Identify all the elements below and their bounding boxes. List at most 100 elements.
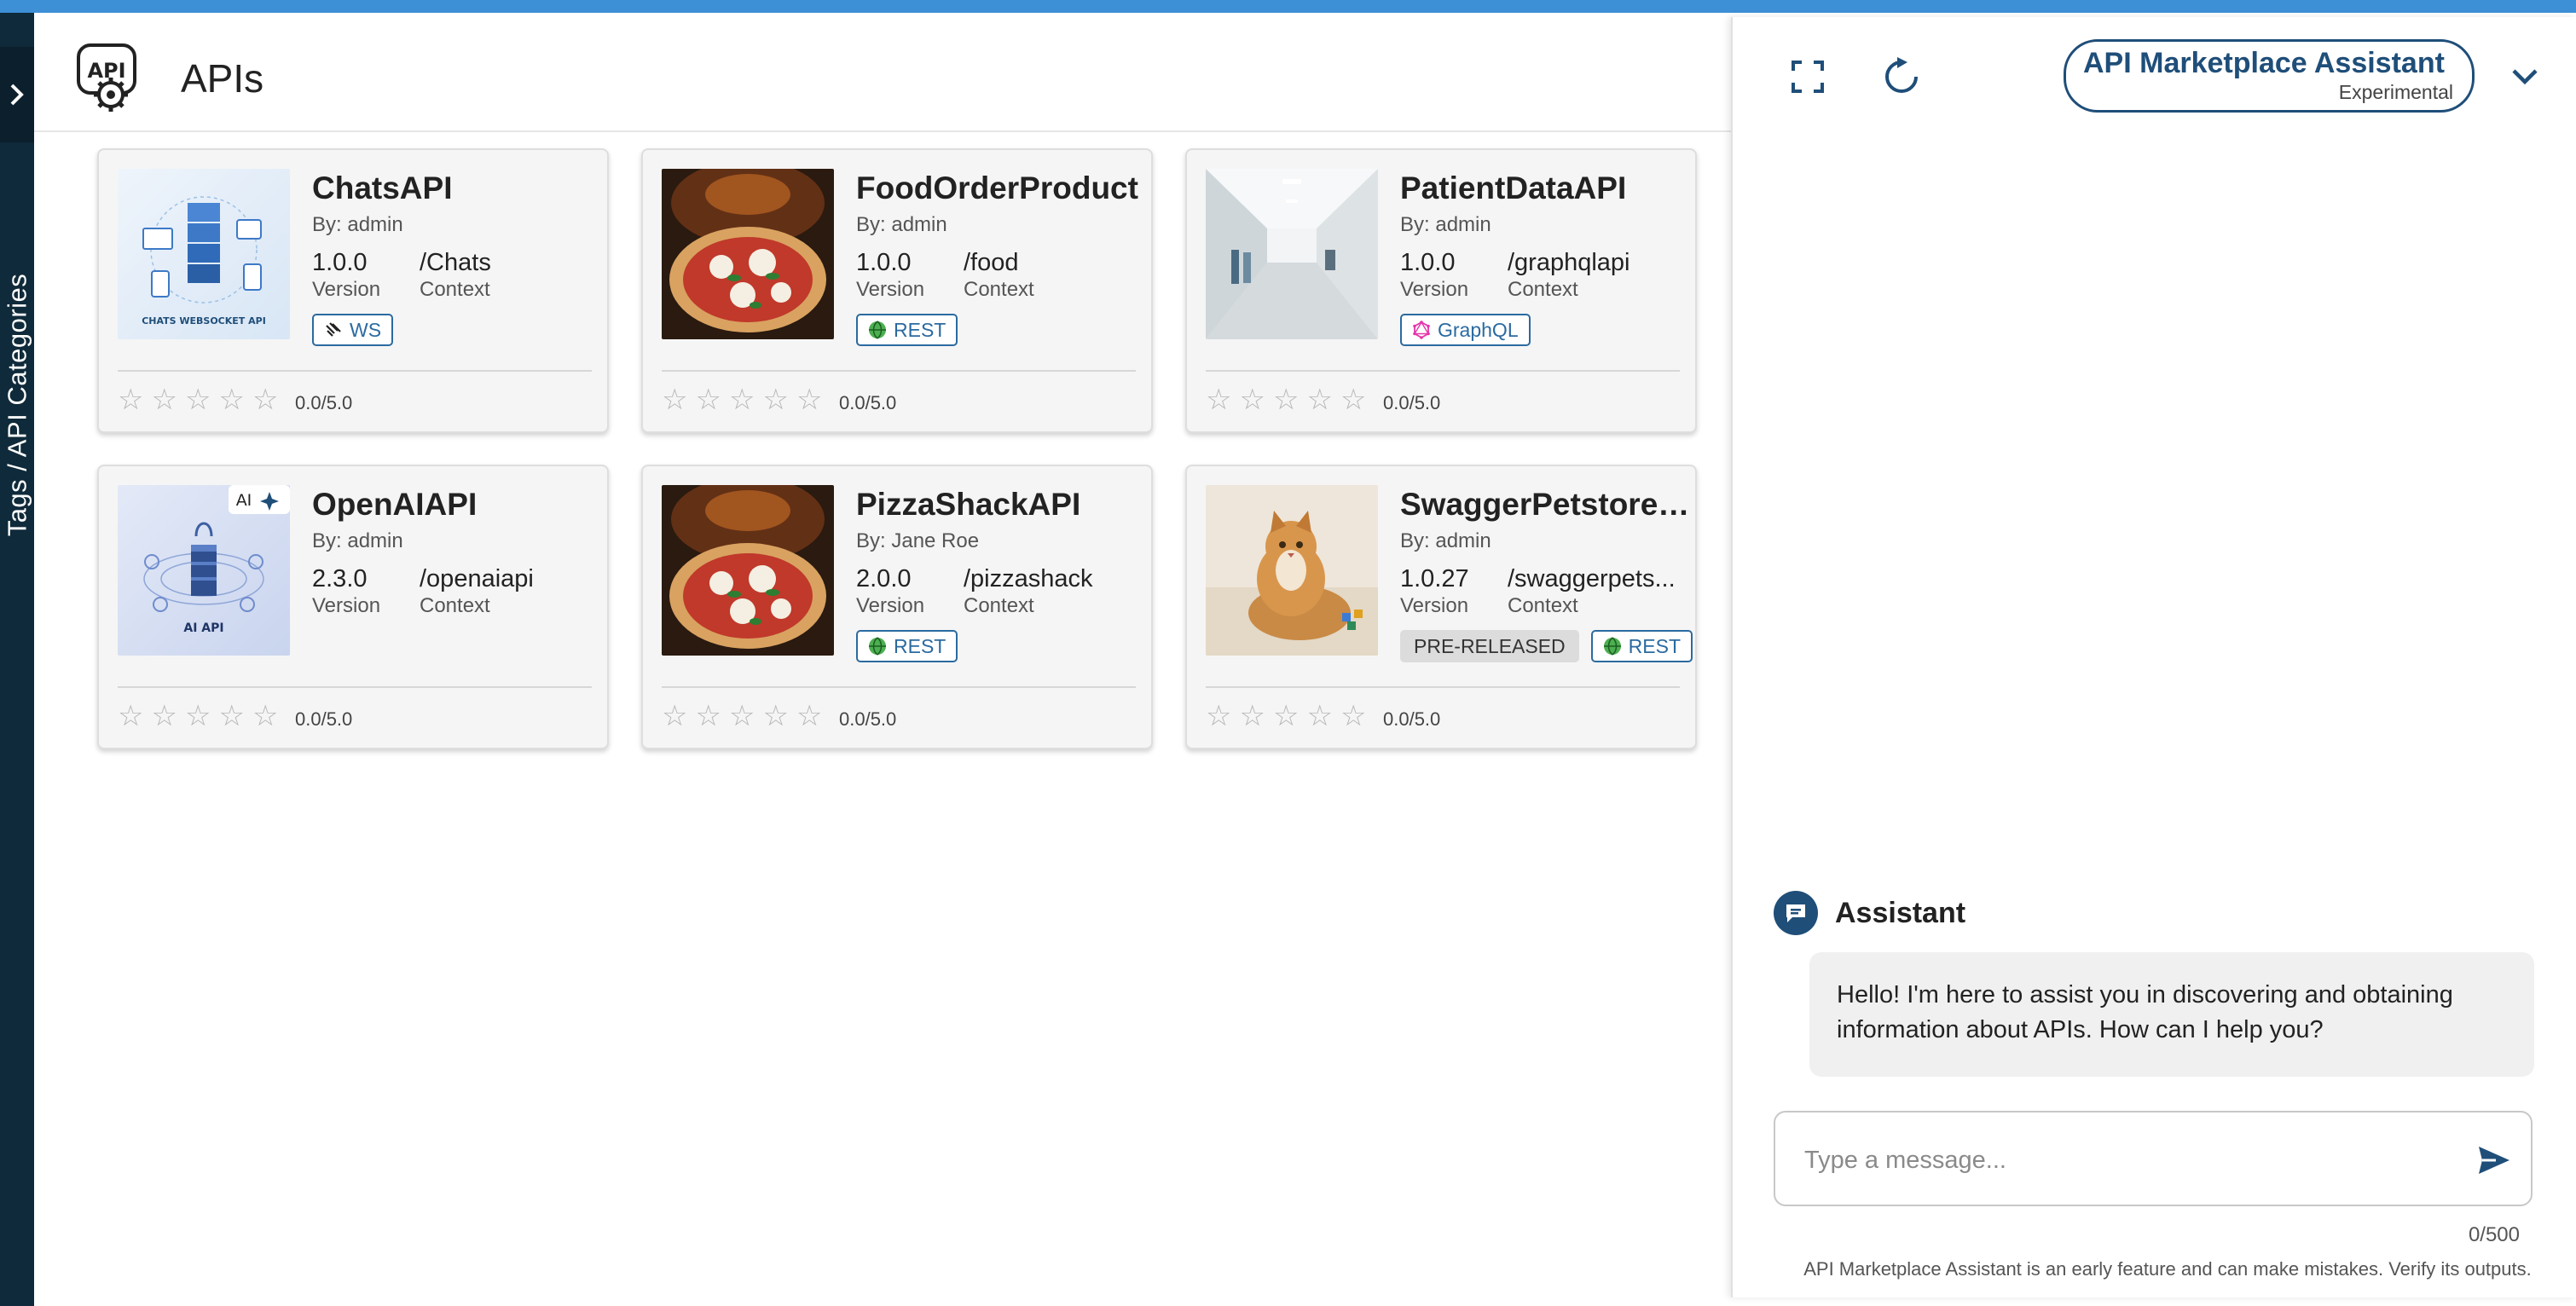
star-icon[interactable]: ☆ xyxy=(1239,702,1265,731)
star-icon[interactable]: ☆ xyxy=(1239,385,1265,414)
sidebar-label-container[interactable]: Tags / API Categories xyxy=(2,269,32,541)
page-title: APIs xyxy=(181,56,264,101)
star-icon[interactable]: ☆ xyxy=(185,385,211,414)
star-icon[interactable]: ☆ xyxy=(1340,702,1366,731)
api-card[interactable]: FoodOrderProduct By: admin 1.0.0 Version… xyxy=(641,148,1153,433)
api-author: By: admin xyxy=(856,213,947,236)
star-icon[interactable]: ☆ xyxy=(662,385,687,414)
star-icon[interactable]: ☆ xyxy=(151,385,177,414)
api-tags: PRE-RELEASED REST xyxy=(1400,630,1693,662)
websocket-icon xyxy=(326,322,341,337)
api-version: 1.0.27 xyxy=(1400,565,1469,592)
star-icon[interactable]: ☆ xyxy=(1273,385,1299,414)
api-card[interactable]: PizzaShackAPI By: Jane Roe 2.0.0 Version… xyxy=(641,465,1153,749)
star-rating[interactable]: ☆ ☆ ☆ ☆ ☆ xyxy=(662,702,822,731)
star-icon[interactable]: ☆ xyxy=(118,702,143,731)
type-badge-label: WS xyxy=(350,318,382,341)
assistant-message: Hello! I'm here to assist you in discove… xyxy=(1809,952,2534,1077)
context-label: Context xyxy=(1508,594,1578,617)
star-icon[interactable]: ☆ xyxy=(1340,385,1366,414)
star-icon[interactable]: ☆ xyxy=(729,702,755,731)
star-icon[interactable]: ☆ xyxy=(1206,702,1231,731)
version-label: Version xyxy=(856,278,925,301)
star-rating[interactable]: ☆ ☆ ☆ ☆ ☆ xyxy=(662,385,822,414)
star-icon[interactable]: ☆ xyxy=(662,702,687,731)
fullscreen-icon xyxy=(1792,61,1824,93)
context-label: Context xyxy=(964,278,1034,301)
api-tags: REST xyxy=(856,630,958,662)
api-name[interactable]: FoodOrderProduct xyxy=(856,170,1146,206)
star-icon[interactable]: ☆ xyxy=(185,702,211,731)
api-thumbnail[interactable] xyxy=(1206,485,1378,656)
context-label: Context xyxy=(1508,278,1578,301)
character-counter: 0/500 xyxy=(2468,1223,2520,1246)
api-thumbnail[interactable] xyxy=(662,485,834,656)
collapse-panel-button[interactable] xyxy=(2504,51,2546,102)
type-badge: REST xyxy=(1590,630,1693,662)
version-label: Version xyxy=(856,594,925,617)
version-label: Version xyxy=(312,278,381,301)
api-version: 1.0.0 xyxy=(312,249,368,276)
sidebar-toggle-button[interactable] xyxy=(0,47,34,142)
api-tags: GraphQL xyxy=(1400,314,1531,346)
api-name[interactable]: ChatsAPI xyxy=(312,170,602,206)
expand-button[interactable] xyxy=(1782,51,1833,102)
star-icon[interactable]: ☆ xyxy=(796,385,822,414)
send-button[interactable] xyxy=(2475,1141,2514,1179)
type-badge: REST xyxy=(856,630,958,662)
type-badge-label: REST xyxy=(894,318,946,341)
star-icon[interactable]: ☆ xyxy=(695,702,721,731)
api-card[interactable]: CHATS WEBSOCKET API ChatsAPI By: admin 1… xyxy=(97,148,609,433)
api-card[interactable]: AI API AI OpenAIAPI By: admin 2.3.0 Vers… xyxy=(97,465,609,749)
api-name[interactable]: SwaggerPetstore-... xyxy=(1400,487,1690,523)
star-rating[interactable]: ☆ ☆ ☆ ☆ ☆ xyxy=(118,702,278,731)
message-input-container[interactable] xyxy=(1774,1111,2533,1206)
api-name[interactable]: OpenAIAPI xyxy=(312,487,602,523)
api-tags: WS xyxy=(312,314,394,346)
sidebar-label[interactable]: Tags / API Categories xyxy=(2,274,32,537)
type-badge-label: REST xyxy=(1628,634,1682,657)
chevron-right-icon xyxy=(10,84,24,106)
api-card[interactable]: SwaggerPetstore-... By: admin 1.0.27 Ver… xyxy=(1185,465,1697,749)
reset-chat-button[interactable] xyxy=(1876,51,1927,102)
star-rating[interactable]: ☆ ☆ ☆ ☆ ☆ xyxy=(118,385,278,414)
chat-bubble-icon xyxy=(1786,904,1805,922)
star-icon[interactable]: ☆ xyxy=(1306,702,1332,731)
send-icon xyxy=(2479,1147,2509,1174)
version-label: Version xyxy=(1400,594,1469,617)
star-icon[interactable]: ☆ xyxy=(252,702,278,731)
star-icon[interactable]: ☆ xyxy=(151,702,177,731)
star-icon[interactable]: ☆ xyxy=(218,702,244,731)
api-name[interactable]: PatientDataAPI xyxy=(1400,170,1690,206)
api-thumbnail[interactable] xyxy=(1206,169,1378,339)
api-thumbnail[interactable]: CHATS WEBSOCKET API xyxy=(118,169,290,339)
star-icon[interactable]: ☆ xyxy=(796,702,822,731)
star-rating[interactable]: ☆ ☆ ☆ ☆ ☆ xyxy=(1206,385,1366,414)
api-card[interactable]: PatientDataAPI By: admin 1.0.0 Version /… xyxy=(1185,148,1697,433)
star-rating[interactable]: ☆ ☆ ☆ ☆ ☆ xyxy=(1206,702,1366,731)
card-divider xyxy=(662,370,1136,372)
star-icon[interactable]: ☆ xyxy=(1306,385,1332,414)
rating-value: 0.0/5.0 xyxy=(295,708,353,730)
api-thumbnail[interactable]: AI API AI xyxy=(118,485,290,656)
rating-value: 0.0/5.0 xyxy=(839,392,897,413)
star-icon[interactable]: ☆ xyxy=(762,385,788,414)
star-icon[interactable]: ☆ xyxy=(762,702,788,731)
star-icon[interactable]: ☆ xyxy=(695,385,721,414)
star-icon[interactable]: ☆ xyxy=(729,385,755,414)
context-label: Context xyxy=(964,594,1034,617)
api-thumbnail[interactable] xyxy=(662,169,834,339)
star-icon[interactable]: ☆ xyxy=(1273,702,1299,731)
star-icon[interactable]: ☆ xyxy=(218,385,244,414)
rating-value: 0.0/5.0 xyxy=(839,708,897,730)
api-name[interactable]: PizzaShackAPI xyxy=(856,487,1146,523)
context-label: Context xyxy=(420,594,490,617)
star-icon[interactable]: ☆ xyxy=(118,385,143,414)
api-context: /pizzashack xyxy=(964,565,1093,592)
message-sender: Assistant xyxy=(1835,896,1966,929)
api-author: By: Jane Roe xyxy=(856,529,980,552)
star-icon[interactable]: ☆ xyxy=(1206,385,1231,414)
star-icon[interactable]: ☆ xyxy=(252,385,278,414)
globe-icon xyxy=(1603,637,1621,656)
message-input[interactable] xyxy=(1804,1141,2452,1179)
